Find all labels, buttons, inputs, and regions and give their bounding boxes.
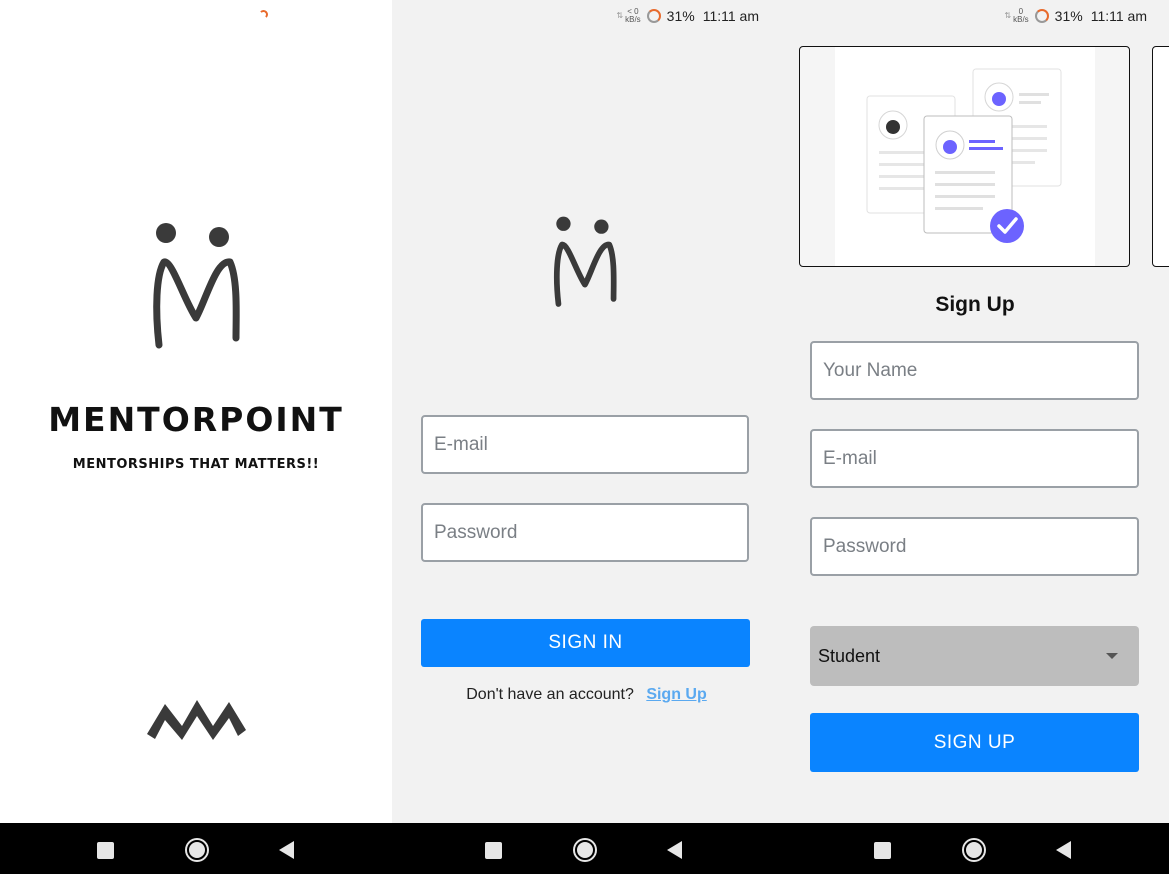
network-speed-indicator: ⇅ 0 kB/s [1004,8,1028,24]
email-field[interactable]: E-mail [421,415,749,474]
back-icon[interactable] [1056,841,1071,859]
password-field[interactable]: Password [810,517,1139,576]
clock-time: 11:11 am [1090,8,1147,24]
role-select[interactable]: Student [810,626,1139,686]
recents-icon[interactable] [485,842,502,859]
mentorpoint-m-logo-icon [553,216,617,307]
role-selected-value: Student [818,645,881,666]
back-icon[interactable] [667,841,682,859]
password-field[interactable]: Password [421,503,749,562]
network-speed-unit: kB/s [1013,15,1029,24]
sign-up-button[interactable]: SIGN UP [810,713,1139,772]
clock-time: 11:11 am [702,8,759,24]
signup-screen: ⇅ 0 kB/s 31% 11:11 am Sign Up Your Name … [781,0,1169,823]
page-title: Sign Up [935,293,1015,316]
signup-prompt-text: Don't have an account? [466,686,634,703]
network-speed-unit: kB/s [625,15,641,24]
mm-zigzag-logo-icon [147,700,246,740]
caret-down-icon [1106,653,1118,659]
home-icon[interactable] [187,840,207,860]
data-arrows-icon: ⇅ [616,11,624,20]
status-bar: ⇅ < 0 kB/s 31% 11:11 am [616,8,759,25]
signin-screen: ⇅ < 0 kB/s 31% 11:11 am E-mail Password … [392,0,781,823]
signup-prompt: Don't have an account? Sign Up [392,686,781,704]
status-bar: ⇅ 0 kB/s 31% 11:11 am [1004,8,1147,25]
battery-percentage: 31% [666,8,695,24]
home-icon[interactable] [575,840,595,860]
illustration-card[interactable] [799,46,1130,267]
splash-screen: MENTORPOINT MENTORSHIPS THAT MATTERS!! [0,0,392,823]
brand-name: MENTORPOINT [48,400,344,439]
battery-percentage: 31% [1054,8,1083,24]
battery-ring-icon [1034,9,1049,23]
sign-up-link[interactable]: Sign Up [646,686,706,703]
data-arrows-icon: ⇅ [1004,11,1012,20]
name-field[interactable]: Your Name [810,341,1139,400]
sign-in-button[interactable]: SIGN IN [421,619,750,667]
mentorpoint-m-logo-icon [153,223,240,349]
next-illustration-card[interactable] [1152,46,1169,267]
network-speed-indicator: ⇅ < 0 kB/s [616,8,640,24]
recents-icon[interactable] [874,842,891,859]
email-field[interactable]: E-mail [810,429,1139,488]
recents-icon[interactable] [97,842,114,859]
back-icon[interactable] [279,841,294,859]
battery-ring-icon [646,9,661,23]
profile-cards-verified-illustration [866,68,1062,243]
home-icon[interactable] [964,840,984,860]
loading-spinner-icon [259,10,268,19]
brand-tagline: MENTORSHIPS THAT MATTERS!! [72,457,320,472]
